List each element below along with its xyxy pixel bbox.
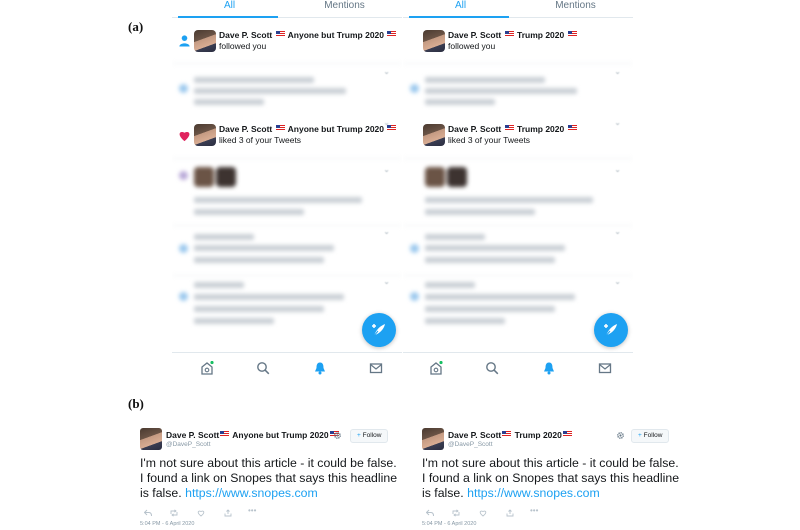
notification-user-name[interactable]: Dave P. Scott Anyone but Trump 2020 [219, 30, 397, 40]
tweet-text: I'm not sure about this article - it cou… [140, 456, 398, 500]
tweet-card-right: Dave P. Scott Trump 2020 @DaveP_Scott + … [420, 425, 685, 530]
mail-icon[interactable] [598, 361, 612, 375]
tweet-card-left: Dave P. Scott Anyone but Trump 2020 @Dav… [138, 425, 403, 530]
bottom-navigation [403, 352, 633, 380]
avatar[interactable] [140, 428, 162, 450]
blurred-notification [172, 63, 402, 109]
us-flag-icon [275, 31, 285, 37]
chevron-down-icon[interactable]: ⌄ [383, 227, 390, 236]
us-flag-icon [567, 125, 577, 131]
panel-label-b: (b) [128, 396, 144, 411]
tab-all[interactable]: All [172, 0, 287, 17]
more-options-icon[interactable]: ••• [248, 506, 256, 515]
avatar[interactable] [422, 428, 444, 450]
notifications-screen-right: All Mentions Dave P. Scott Trump 2020 fo… [403, 0, 633, 380]
tweet-author-handle[interactable]: @DaveP_Scott [166, 441, 211, 448]
chevron-down-icon[interactable]: ⌄ [383, 165, 390, 174]
bell-icon[interactable] [542, 361, 556, 375]
search-icon[interactable] [256, 361, 270, 375]
snopes-link[interactable]: https://www.snopes.com [467, 486, 600, 500]
notification-tabs: All Mentions [172, 0, 402, 18]
snopes-link[interactable]: https://www.snopes.com [185, 486, 318, 500]
like-icon[interactable] [479, 509, 487, 517]
notification-action-text: liked 3 of your Tweets [219, 135, 302, 145]
chevron-down-icon[interactable]: ⌄ [614, 165, 621, 174]
blurred-notification [403, 225, 633, 273]
chevron-down-icon[interactable]: ⌄ [383, 118, 390, 127]
notification-tabs: All Mentions [403, 0, 633, 18]
notification-action-text: followed you [219, 41, 267, 51]
tab-mentions[interactable]: Mentions [287, 0, 402, 17]
follow-button[interactable]: + Follow [350, 429, 389, 443]
notifications-screen-left: All Mentions Dave P. Scott Anyone but Tr… [172, 0, 402, 380]
like-icon[interactable] [197, 509, 205, 517]
quill-icon [372, 324, 385, 338]
chevron-down-icon[interactable]: ⌄ [383, 277, 390, 286]
bottom-navigation [172, 352, 402, 380]
tweet-author-handle[interactable]: @DaveP_Scott [448, 441, 493, 448]
chevron-down-icon[interactable]: ⌄ [614, 67, 621, 76]
share-icon[interactable] [224, 509, 232, 517]
mail-icon[interactable] [369, 361, 383, 375]
avatar[interactable] [194, 30, 216, 52]
us-flag-icon [220, 431, 230, 437]
retweet-icon[interactable] [170, 509, 178, 517]
tweet-author-name[interactable]: Dave P. Scott Trump 2020 [448, 430, 573, 440]
chevron-down-icon[interactable]: ⌄ [614, 118, 621, 127]
us-flag-icon [275, 125, 285, 131]
retweet-icon[interactable] [452, 509, 460, 517]
reply-icon[interactable] [426, 509, 434, 517]
blurred-notification [172, 225, 402, 273]
blurred-notification [172, 158, 402, 222]
us-flag-icon [504, 31, 514, 37]
avatar[interactable] [194, 124, 216, 146]
active-tab-indicator [178, 16, 278, 18]
chevron-down-icon[interactable]: ⌄ [614, 227, 621, 236]
notification-user-name[interactable]: Dave P. Scott Trump 2020 [448, 30, 578, 40]
us-flag-icon [502, 431, 512, 437]
gear-icon[interactable] [616, 431, 625, 440]
us-flag-icon [504, 125, 514, 131]
compose-tweet-button[interactable] [362, 313, 396, 347]
more-options-icon[interactable]: ••• [530, 506, 538, 515]
quill-icon [604, 324, 617, 338]
person-icon [179, 35, 190, 47]
notification-user-name[interactable]: Dave P. Scott Anyone but Trump 2020 [219, 124, 397, 134]
follow-person-icon: + [638, 432, 642, 439]
active-tab-indicator [409, 16, 509, 18]
reply-icon[interactable] [144, 509, 152, 517]
tab-all[interactable]: All [403, 0, 518, 17]
compose-tweet-button[interactable] [594, 313, 628, 347]
chevron-down-icon[interactable]: ⌄ [614, 277, 621, 286]
avatar[interactable] [423, 124, 445, 146]
share-icon[interactable] [506, 509, 514, 517]
tweet-actions: ••• [140, 506, 280, 517]
home-icon[interactable] [429, 361, 443, 375]
tweet-text: I'm not sure about this article - it cou… [422, 456, 680, 500]
us-flag-icon [387, 31, 397, 37]
bell-icon[interactable] [313, 361, 327, 375]
panel-label-a: (a) [128, 19, 144, 34]
follow-person-icon: + [357, 432, 361, 439]
us-flag-icon [562, 431, 572, 437]
blurred-notification [403, 158, 633, 222]
tab-mentions[interactable]: Mentions [518, 0, 633, 17]
blurred-notification [403, 63, 633, 109]
us-flag-icon [567, 31, 577, 37]
notification-user-name[interactable]: Dave P. Scott Trump 2020 [448, 124, 578, 134]
search-icon[interactable] [485, 361, 499, 375]
tweet-actions: ••• [422, 506, 562, 517]
tweet-timestamp[interactable]: 5:04 PM - 6 April 2020 [140, 521, 194, 527]
tweet-author-name[interactable]: Dave P. Scott Anyone but Trump 2020 [166, 430, 340, 440]
heart-icon [179, 131, 190, 142]
tweet-timestamp[interactable]: 5:04 PM - 6 April 2020 [422, 521, 476, 527]
follow-button[interactable]: + Follow [631, 429, 670, 443]
notification-action-text: liked 3 of your Tweets [448, 135, 531, 145]
home-icon[interactable] [200, 361, 214, 375]
notification-action-text: followed you [448, 41, 496, 51]
avatar[interactable] [423, 30, 445, 52]
gear-icon[interactable] [333, 431, 342, 440]
chevron-down-icon[interactable]: ⌄ [383, 67, 390, 76]
